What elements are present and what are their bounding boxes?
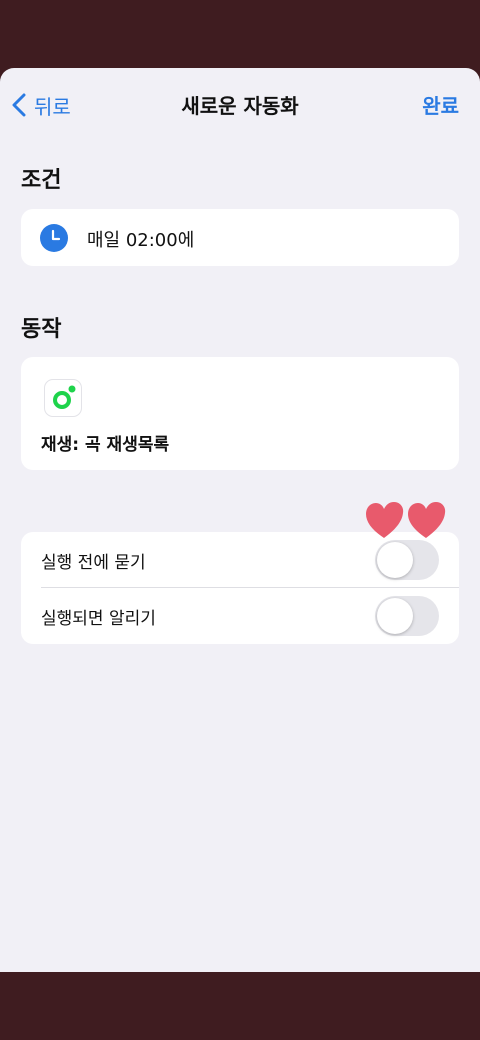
page-title: 새로운 자동화 <box>181 94 299 118</box>
automation-sheet: 뒤로 새로운 자동화 완료 조건 매일 02:00에 동작 재생: 곡 재생목록… <box>0 68 480 972</box>
clock-icon <box>40 224 68 252</box>
ask-before-running-label: 실행 전에 묻기 <box>41 553 146 573</box>
action-text: 재생: 곡 재생목록 <box>41 435 170 455</box>
notify-when-run-row: 실행되면 알리기 <box>21 588 459 644</box>
condition-section-title: 조건 <box>21 168 62 193</box>
hearts-sticker <box>366 502 446 538</box>
action-section-title: 동작 <box>21 317 62 342</box>
ask-before-running-row: 실행 전에 묻기 <box>21 532 459 588</box>
action-card[interactable]: 재생: 곡 재생목록 <box>21 357 459 470</box>
navigation-bar: 뒤로 새로운 자동화 완료 <box>0 68 480 140</box>
condition-text: 매일 02:00에 <box>87 230 195 251</box>
music-app-icon <box>44 379 82 417</box>
toggle-knob <box>377 598 413 634</box>
heart-icon <box>408 502 446 538</box>
toggle-knob <box>377 542 413 578</box>
done-button[interactable]: 완료 <box>422 90 459 119</box>
ask-before-running-toggle[interactable] <box>375 540 439 580</box>
heart-icon <box>366 502 404 538</box>
notify-when-run-label: 실행되면 알리기 <box>41 609 156 629</box>
condition-card[interactable]: 매일 02:00에 <box>21 209 459 266</box>
options-card: 실행 전에 묻기 실행되면 알리기 <box>21 532 459 644</box>
notify-when-run-toggle[interactable] <box>375 596 439 636</box>
